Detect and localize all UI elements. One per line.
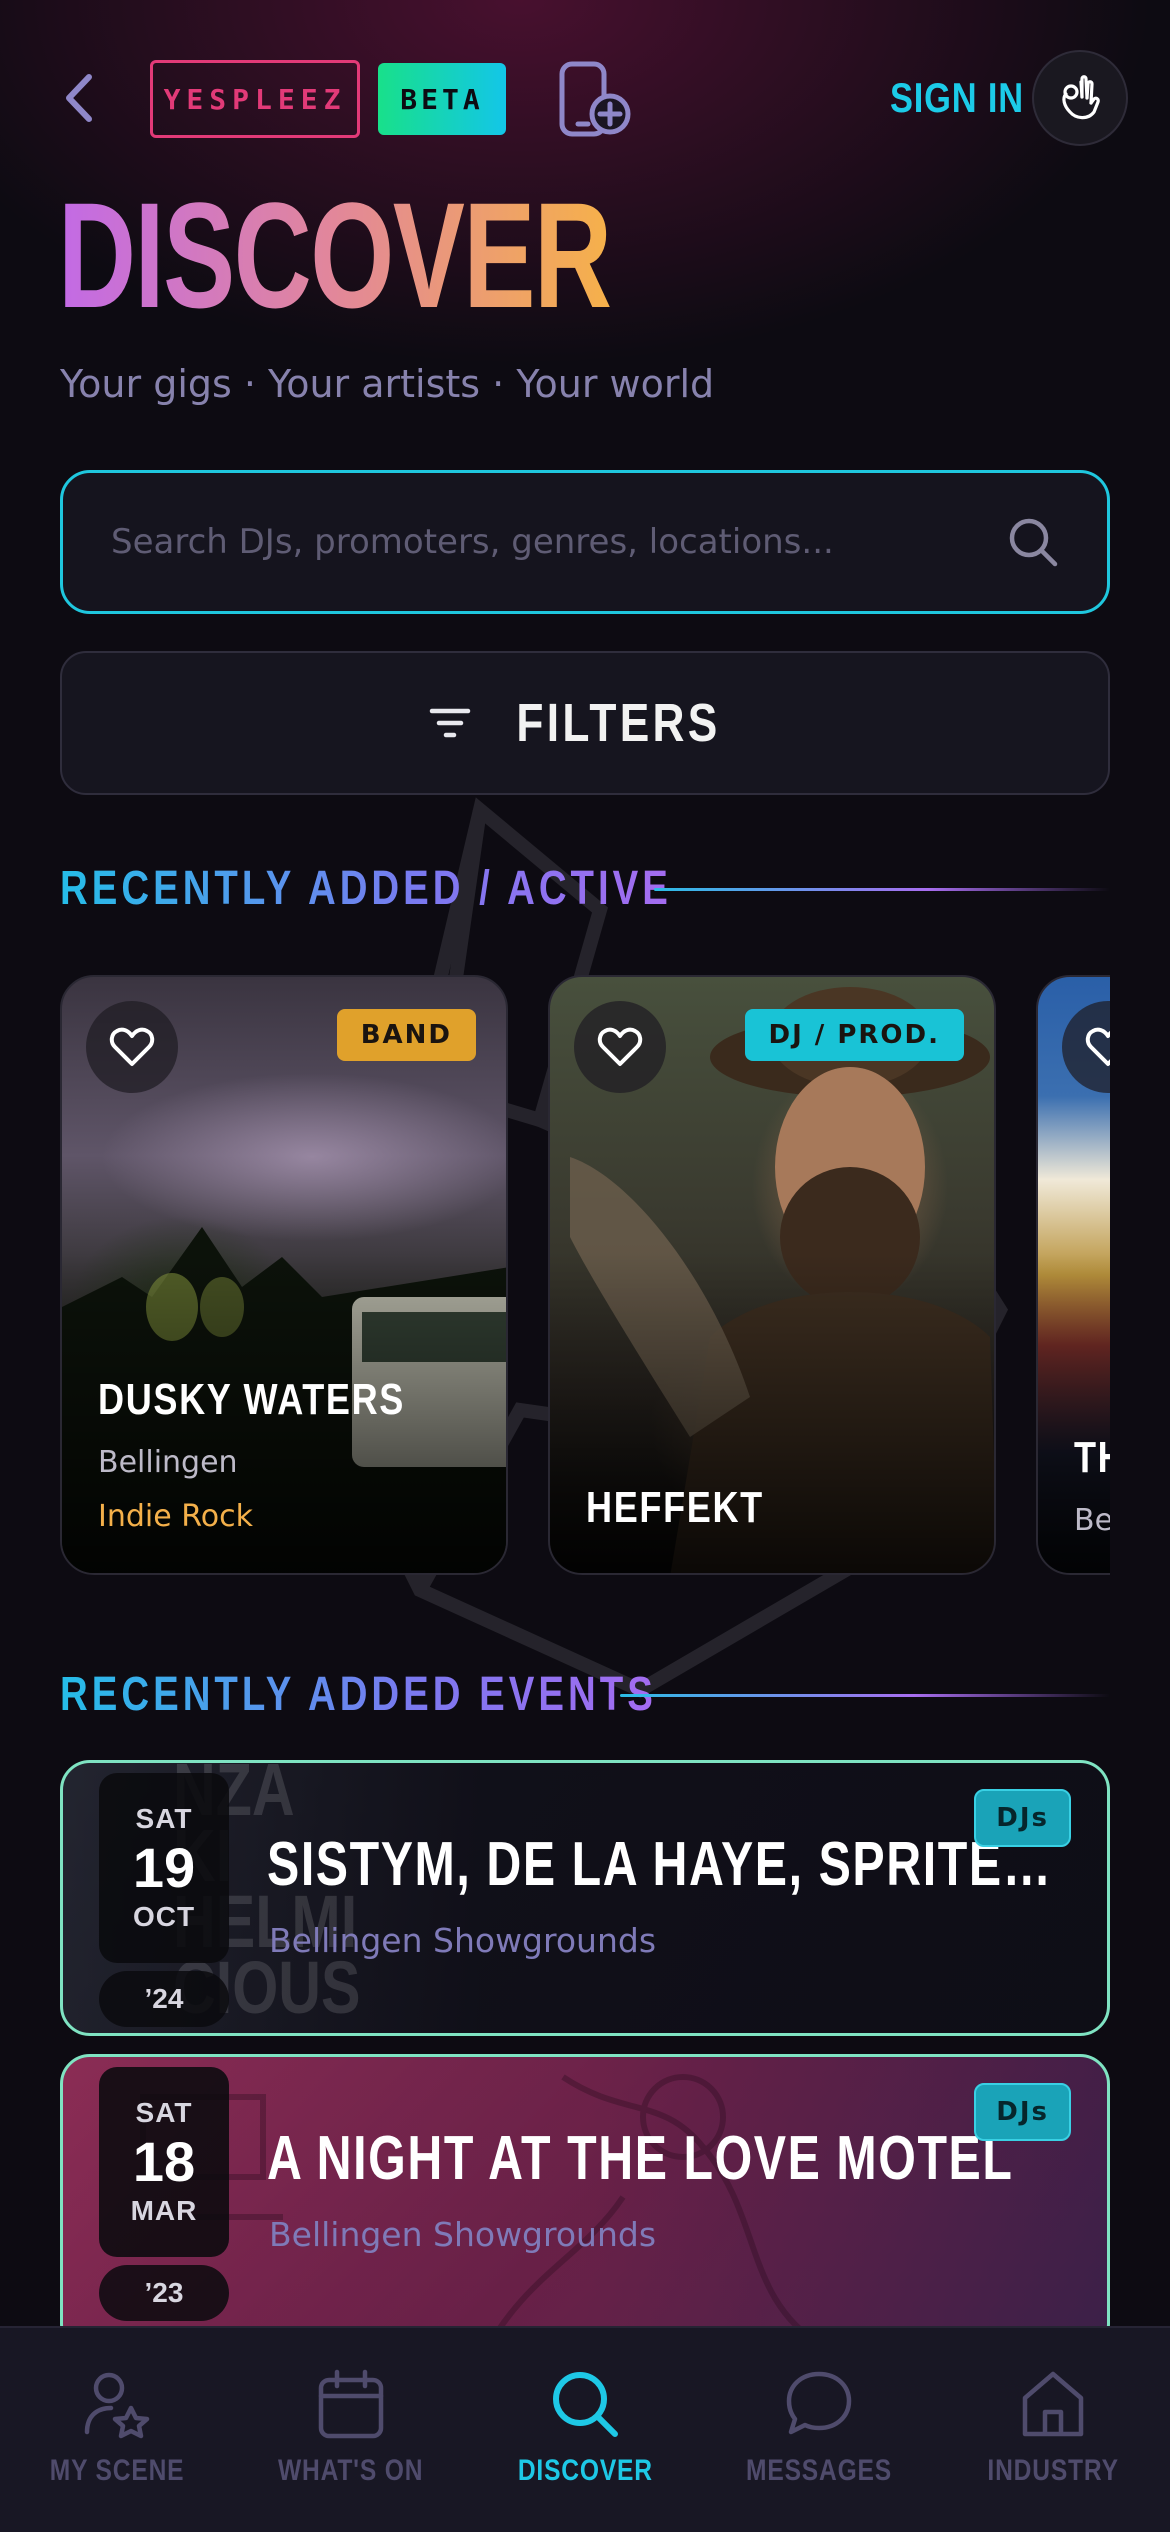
event-month: OCT [132,1901,196,1932]
event-month: MAR [130,2195,198,2226]
event-day-of-week: SAT [135,2097,193,2128]
calendar-icon [318,2369,384,2439]
page-tagline: Your gigs · Your artists · Your world [60,362,715,406]
section-divider [654,888,1110,891]
filters-button[interactable]: FILTERS [60,651,1110,795]
nav-label: WHAT'S ON [278,2454,424,2487]
event-date: SAT 19 OCT ’24 [99,1773,229,2027]
chevron-left-icon [66,74,92,122]
artist-card[interactable]: TH Bel [1036,975,1110,1575]
filter-lines-icon [429,708,470,738]
heart-icon [1085,1027,1110,1066]
nav-item-my-scene[interactable]: MY SCENE [0,2368,234,2498]
event-title: A NIGHT AT THE LOVE MOTEL [267,2124,1014,2193]
nav-label: MY SCENE [49,2454,185,2487]
nav-label: DISCOVER [517,2454,653,2487]
app-root: YESPLEEZ BETA SIGN IN DISCOVER Your gigs… [0,0,1170,2532]
artist-card[interactable]: DJ / PROD. HEFFEKT [548,975,996,1575]
artist-name: HEFFEKT [586,1483,764,1532]
nav-label: MESSAGES [745,2454,892,2487]
artist-genre: Indie Rock [98,1499,253,1534]
top-bar: YESPLEEZ BETA SIGN IN [0,0,1170,200]
brand-logo[interactable]: YESPLEEZ [150,60,360,138]
search-icon [553,2372,618,2437]
nav-label: INDUSTRY [987,2454,1119,2487]
user-star-icon [84,2372,150,2439]
nav-item-messages[interactable]: MESSAGES [702,2368,936,2498]
search-input[interactable] [111,522,1007,562]
section-title: RECENTLY ADDED EVENTS [60,1667,657,1721]
sign-in-button[interactable]: SIGN IN [890,68,1024,128]
artist-type-badge: DJ / PROD. [744,1009,964,1061]
nav-item-whats-on[interactable]: WHAT'S ON [234,2368,468,2498]
event-title: SISTYM, DE LA HAYE, SPRITE, BONZA, KIKI,… [267,1830,1055,1899]
event-venue: Bellingen Showgrounds [269,1921,657,1960]
artist-card[interactable]: BAND DUSKY WATERS Bellingen Indie Rock [60,975,508,1575]
event-date: SAT 18 MAR ’23 [99,2067,229,2321]
home-icon [1022,2371,1084,2437]
favorite-button[interactable] [86,1001,178,1093]
heart-icon [109,1027,155,1066]
beta-badge: BETA [378,63,506,135]
back-button[interactable] [56,70,100,126]
date-block: SAT 19 OCT [99,1773,229,1963]
event-year: ’23 [99,2265,229,2321]
search-bar [60,470,1110,614]
event-day: 18 [132,2130,196,2193]
event-card[interactable]: SAT 18 MAR ’23 A NIGHT AT THE LOVE MOTEL… [60,2054,1110,2354]
event-day: 19 [132,1836,196,1899]
artist-name: TH [1074,1433,1110,1482]
date-block: SAT 18 MAR [99,2067,229,2257]
artist-name: DUSKY WATERS [98,1375,406,1424]
favorite-button[interactable] [574,1001,666,1093]
profile-button[interactable] [1032,50,1128,146]
search-icon[interactable] [1007,516,1059,568]
nav-item-industry[interactable]: INDUSTRY [936,2368,1170,2498]
event-venue: Bellingen Showgrounds [269,2215,657,2254]
event-card[interactable]: NZA KI HELMI CIOUS SAT 19 OCT ’24 SISTYM… [60,1760,1110,2036]
chat-bubble-icon [786,2371,852,2435]
section-divider [620,1694,1110,1697]
heart-icon [597,1027,643,1066]
artist-carousel[interactable]: BAND DUSKY WATERS Bellingen Indie Rock D… [60,975,1110,1575]
phone-plus-icon [559,61,631,137]
event-genre-tag: DJs [974,2083,1071,2141]
nav-item-discover[interactable]: DISCOVER [468,2368,702,2498]
event-year: ’24 [99,1971,229,2027]
add-to-home-button[interactable] [556,60,632,140]
ok-hand-icon [1062,75,1100,120]
artist-location: Bellingen [98,1445,238,1480]
bottom-nav: MY SCENE WHAT'S ON DISCOVER MESSAGES IND… [0,2326,1170,2532]
artist-type-badge: BAND [336,1009,476,1061]
event-day-of-week: SAT [135,1803,193,1834]
section-title: RECENTLY ADDED / ACTIVE [60,861,672,915]
artist-location: Bel [1074,1503,1110,1538]
event-genre-tag: DJs [974,1789,1071,1847]
page-title: DISCOVER [58,171,612,339]
favorite-button[interactable] [1062,1001,1110,1093]
filters-label: FILTERS [515,693,721,753]
